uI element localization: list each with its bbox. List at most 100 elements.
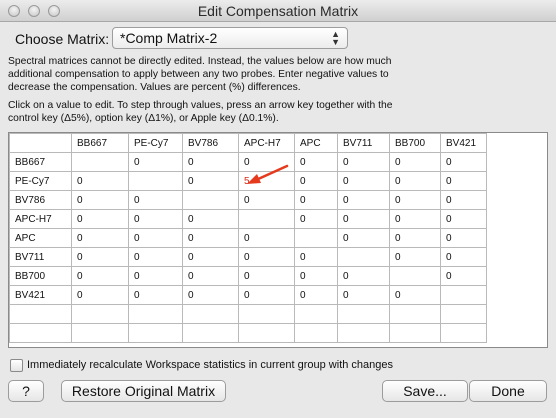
info-line: additional compensation to apply between… bbox=[8, 68, 389, 80]
matrix-value-cell[interactable]: 0 bbox=[71, 209, 129, 229]
matrix-row: BV421 0 0 0 0 0 0 0 bbox=[9, 285, 487, 305]
matrix-value-cell[interactable]: 0 bbox=[440, 152, 487, 172]
empty-cell bbox=[182, 323, 239, 343]
recalculate-checkbox[interactable] bbox=[10, 359, 23, 372]
matrix-value-cell[interactable]: 0 bbox=[389, 247, 441, 267]
empty-cell bbox=[238, 304, 295, 324]
matrix-value-cell[interactable]: 0 bbox=[389, 285, 441, 305]
matrix-value-cell[interactable]: 0 bbox=[440, 266, 487, 286]
window-title: Edit Compensation Matrix bbox=[197, 3, 359, 19]
matrix-value-cell[interactable]: 0 bbox=[238, 228, 295, 248]
matrix-value-cell[interactable]: 0 bbox=[182, 152, 239, 172]
empty-cell bbox=[182, 304, 239, 324]
matrix-value-cell[interactable]: 0 bbox=[294, 209, 338, 229]
matrix-value-cell[interactable]: 0 bbox=[128, 266, 183, 286]
matrix-value-cell[interactable]: 0 bbox=[71, 266, 129, 286]
empty-cell bbox=[71, 304, 129, 324]
info-line: control key (Δ5%), option key (Δ1%), or … bbox=[8, 112, 279, 124]
diagonal-cell bbox=[337, 247, 390, 267]
matrix-value-cell[interactable]: 0 bbox=[238, 285, 295, 305]
matrix-value-cell[interactable]: 0 bbox=[128, 209, 183, 229]
done-button[interactable]: Done bbox=[469, 380, 547, 402]
matrix-value-cell[interactable]: 0 bbox=[389, 190, 441, 210]
help-button[interactable]: ? bbox=[8, 380, 44, 402]
empty-row bbox=[9, 304, 487, 324]
empty-row bbox=[9, 323, 487, 343]
matrix-value-cell[interactable]: 0 bbox=[128, 228, 183, 248]
column-header bbox=[9, 133, 72, 153]
matrix-value-cell[interactable]: 0 bbox=[294, 152, 338, 172]
row-header: APC-H7 bbox=[9, 209, 72, 229]
matrix-row: APC-H7 0 0 0 0 0 0 0 bbox=[9, 209, 487, 229]
column-header: BV421 bbox=[440, 133, 487, 153]
matrix-value-cell[interactable]: 0 bbox=[440, 228, 487, 248]
matrix-value-cell[interactable]: 0 bbox=[238, 190, 295, 210]
matrix-value-cell[interactable]: 0 bbox=[337, 171, 390, 191]
info-paragraph-editing: Spectral matrices cannot be directly edi… bbox=[8, 56, 391, 94]
recalculate-checkbox-label[interactable]: Immediately recalculate Workspace statis… bbox=[27, 359, 393, 371]
empty-cell bbox=[128, 304, 183, 324]
empty-cell bbox=[9, 304, 72, 324]
matrix-value-cell[interactable]: 0 bbox=[337, 228, 390, 248]
title-bar: Edit Compensation Matrix bbox=[0, 0, 556, 22]
empty-cell bbox=[440, 323, 487, 343]
matrix-select-value: *Comp Matrix-2 bbox=[120, 30, 218, 46]
row-header: BB700 bbox=[9, 266, 72, 286]
matrix-value-cell[interactable]: 0 bbox=[71, 228, 129, 248]
matrix-value-cell[interactable]: 0 bbox=[389, 209, 441, 229]
matrix-value-cell[interactable]: 0 bbox=[337, 285, 390, 305]
matrix-value-cell[interactable]: 0 bbox=[389, 152, 441, 172]
column-header: APC bbox=[294, 133, 338, 153]
matrix-value-cell[interactable]: 0 bbox=[440, 209, 487, 229]
matrix-value-cell[interactable]: 0 bbox=[238, 266, 295, 286]
matrix-value-cell[interactable]: 0 bbox=[440, 171, 487, 191]
matrix-value-cell[interactable]: 0 bbox=[71, 247, 129, 267]
column-header: BB700 bbox=[389, 133, 441, 153]
matrix-value-cell[interactable]: 0 bbox=[182, 228, 239, 248]
matrix-value-cell[interactable]: 0 bbox=[182, 285, 239, 305]
matrix-value-cell[interactable]: 0 bbox=[294, 285, 338, 305]
matrix-value-cell[interactable]: 0 bbox=[294, 171, 338, 191]
empty-cell bbox=[389, 304, 441, 324]
empty-cell bbox=[337, 323, 390, 343]
empty-cell bbox=[294, 323, 338, 343]
column-header: APC-H7 bbox=[238, 133, 295, 153]
restore-original-matrix-button[interactable]: Restore Original Matrix bbox=[61, 380, 226, 402]
empty-cell bbox=[440, 304, 487, 324]
diagonal-cell bbox=[182, 190, 239, 210]
matrix-value-cell[interactable]: 0 bbox=[71, 190, 129, 210]
matrix-value-cell[interactable]: 0 bbox=[294, 266, 338, 286]
empty-cell bbox=[71, 323, 129, 343]
row-header: PE-Cy7 bbox=[9, 171, 72, 191]
empty-cell bbox=[238, 323, 295, 343]
matrix-value-cell[interactable]: 0 bbox=[337, 190, 390, 210]
matrix-value-cell[interactable]: 0 bbox=[128, 152, 183, 172]
matrix-value-cell[interactable]: 0 bbox=[128, 190, 183, 210]
matrix-value-cell[interactable]: 0 bbox=[182, 171, 239, 191]
matrix-select[interactable]: *Comp Matrix-2 ▲ ▼ bbox=[112, 27, 348, 49]
save-button[interactable]: Save... bbox=[382, 380, 468, 402]
matrix-row: BV786 0 0 0 0 0 0 0 bbox=[9, 190, 487, 210]
matrix-value-cell[interactable]: 0 bbox=[182, 266, 239, 286]
choose-matrix-label: Choose Matrix: bbox=[15, 31, 110, 47]
info-line: Spectral matrices cannot be directly edi… bbox=[8, 56, 392, 67]
matrix-value-cell[interactable]: 0 bbox=[294, 190, 338, 210]
matrix-value-cell[interactable]: 0 bbox=[128, 285, 183, 305]
matrix-value-cell[interactable]: 0 bbox=[182, 247, 239, 267]
matrix-value-cell[interactable]: 0 bbox=[182, 209, 239, 229]
matrix-value-cell[interactable]: 0 bbox=[337, 266, 390, 286]
matrix-value-cell[interactable]: 0 bbox=[71, 171, 129, 191]
empty-cell bbox=[294, 304, 338, 324]
matrix-value-cell[interactable]: 0 bbox=[337, 209, 390, 229]
column-header: BV786 bbox=[182, 133, 239, 153]
matrix-value-cell[interactable]: 0 bbox=[337, 152, 390, 172]
matrix-value-cell[interactable]: 0 bbox=[389, 171, 441, 191]
matrix-value-cell[interactable]: 0 bbox=[389, 228, 441, 248]
row-header: BV421 bbox=[9, 285, 72, 305]
matrix-value-cell[interactable]: 0 bbox=[294, 247, 338, 267]
matrix-value-cell[interactable]: 0 bbox=[440, 190, 487, 210]
matrix-value-cell[interactable]: 0 bbox=[128, 247, 183, 267]
matrix-value-cell[interactable]: 0 bbox=[71, 285, 129, 305]
matrix-value-cell[interactable]: 0 bbox=[440, 247, 487, 267]
matrix-value-cell[interactable]: 0 bbox=[238, 247, 295, 267]
